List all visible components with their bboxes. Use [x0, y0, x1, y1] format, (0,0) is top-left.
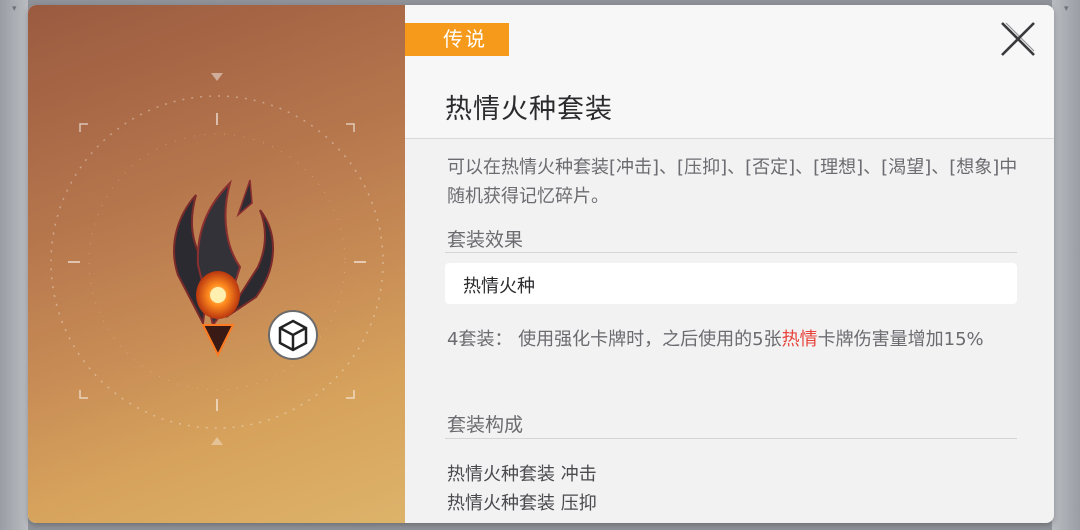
top-marker [211, 73, 223, 81]
bonus-highlight: 热情 [781, 329, 818, 350]
bottom-marker [211, 437, 223, 445]
set-title: 热情火种套装 [445, 94, 613, 125]
set-pieces-list: 热情火种套装 冲击 热情火种套装 压抑 [447, 460, 597, 518]
window-frame-right: ▾ [1052, 0, 1080, 530]
rarity-badge: 传说 [405, 23, 509, 56]
cube-icon [268, 310, 318, 360]
effect-section-label: 套装效果 [447, 229, 524, 251]
window-frame-left: ▾ [0, 0, 28, 530]
effect-name: 热情火种 [463, 276, 535, 297]
set-description: 可以在热情火种套装[冲击]、[压抑]、[否定]、[理想]、[渴望]、[想象]中随… [447, 157, 1018, 207]
bonus-suffix: 卡牌伤害量增加15% [817, 329, 984, 350]
info-header: 传说 热情火种套装 [405, 5, 1054, 139]
close-icon [1001, 22, 1035, 56]
item-artwork-panel [28, 5, 405, 523]
item-info-panel: 传说 热情火种套装 可以在热情火种套装[冲击]、[压抑]、[否定]、[理想]、[… [405, 5, 1054, 523]
close-button[interactable] [998, 19, 1038, 59]
grip-icon: ▾ [12, 4, 17, 14]
composition-section-label: 套装构成 [447, 414, 524, 436]
item-detail-card: 传说 热情火种套装 可以在热情火种套装[冲击]、[压抑]、[否定]、[理想]、[… [28, 5, 1054, 523]
grip-icon: ▾ [1064, 4, 1069, 14]
artwork-graphic [50, 73, 384, 445]
flame-crest-icon [173, 179, 275, 358]
divider [445, 252, 1017, 253]
set-bonus-text: 4套装： 使用强化卡牌时，之后使用的5张热情卡牌伤害量增加15% [447, 325, 1022, 354]
list-item[interactable]: 热情火种套装 压抑 [447, 489, 597, 518]
list-item[interactable]: 热情火种套装 冲击 [447, 460, 597, 489]
divider [445, 438, 1017, 439]
effect-name-box: 热情火种 [445, 263, 1017, 304]
bonus-prefix: 4套装： 使用强化卡牌时，之后使用的5张 [447, 329, 782, 350]
